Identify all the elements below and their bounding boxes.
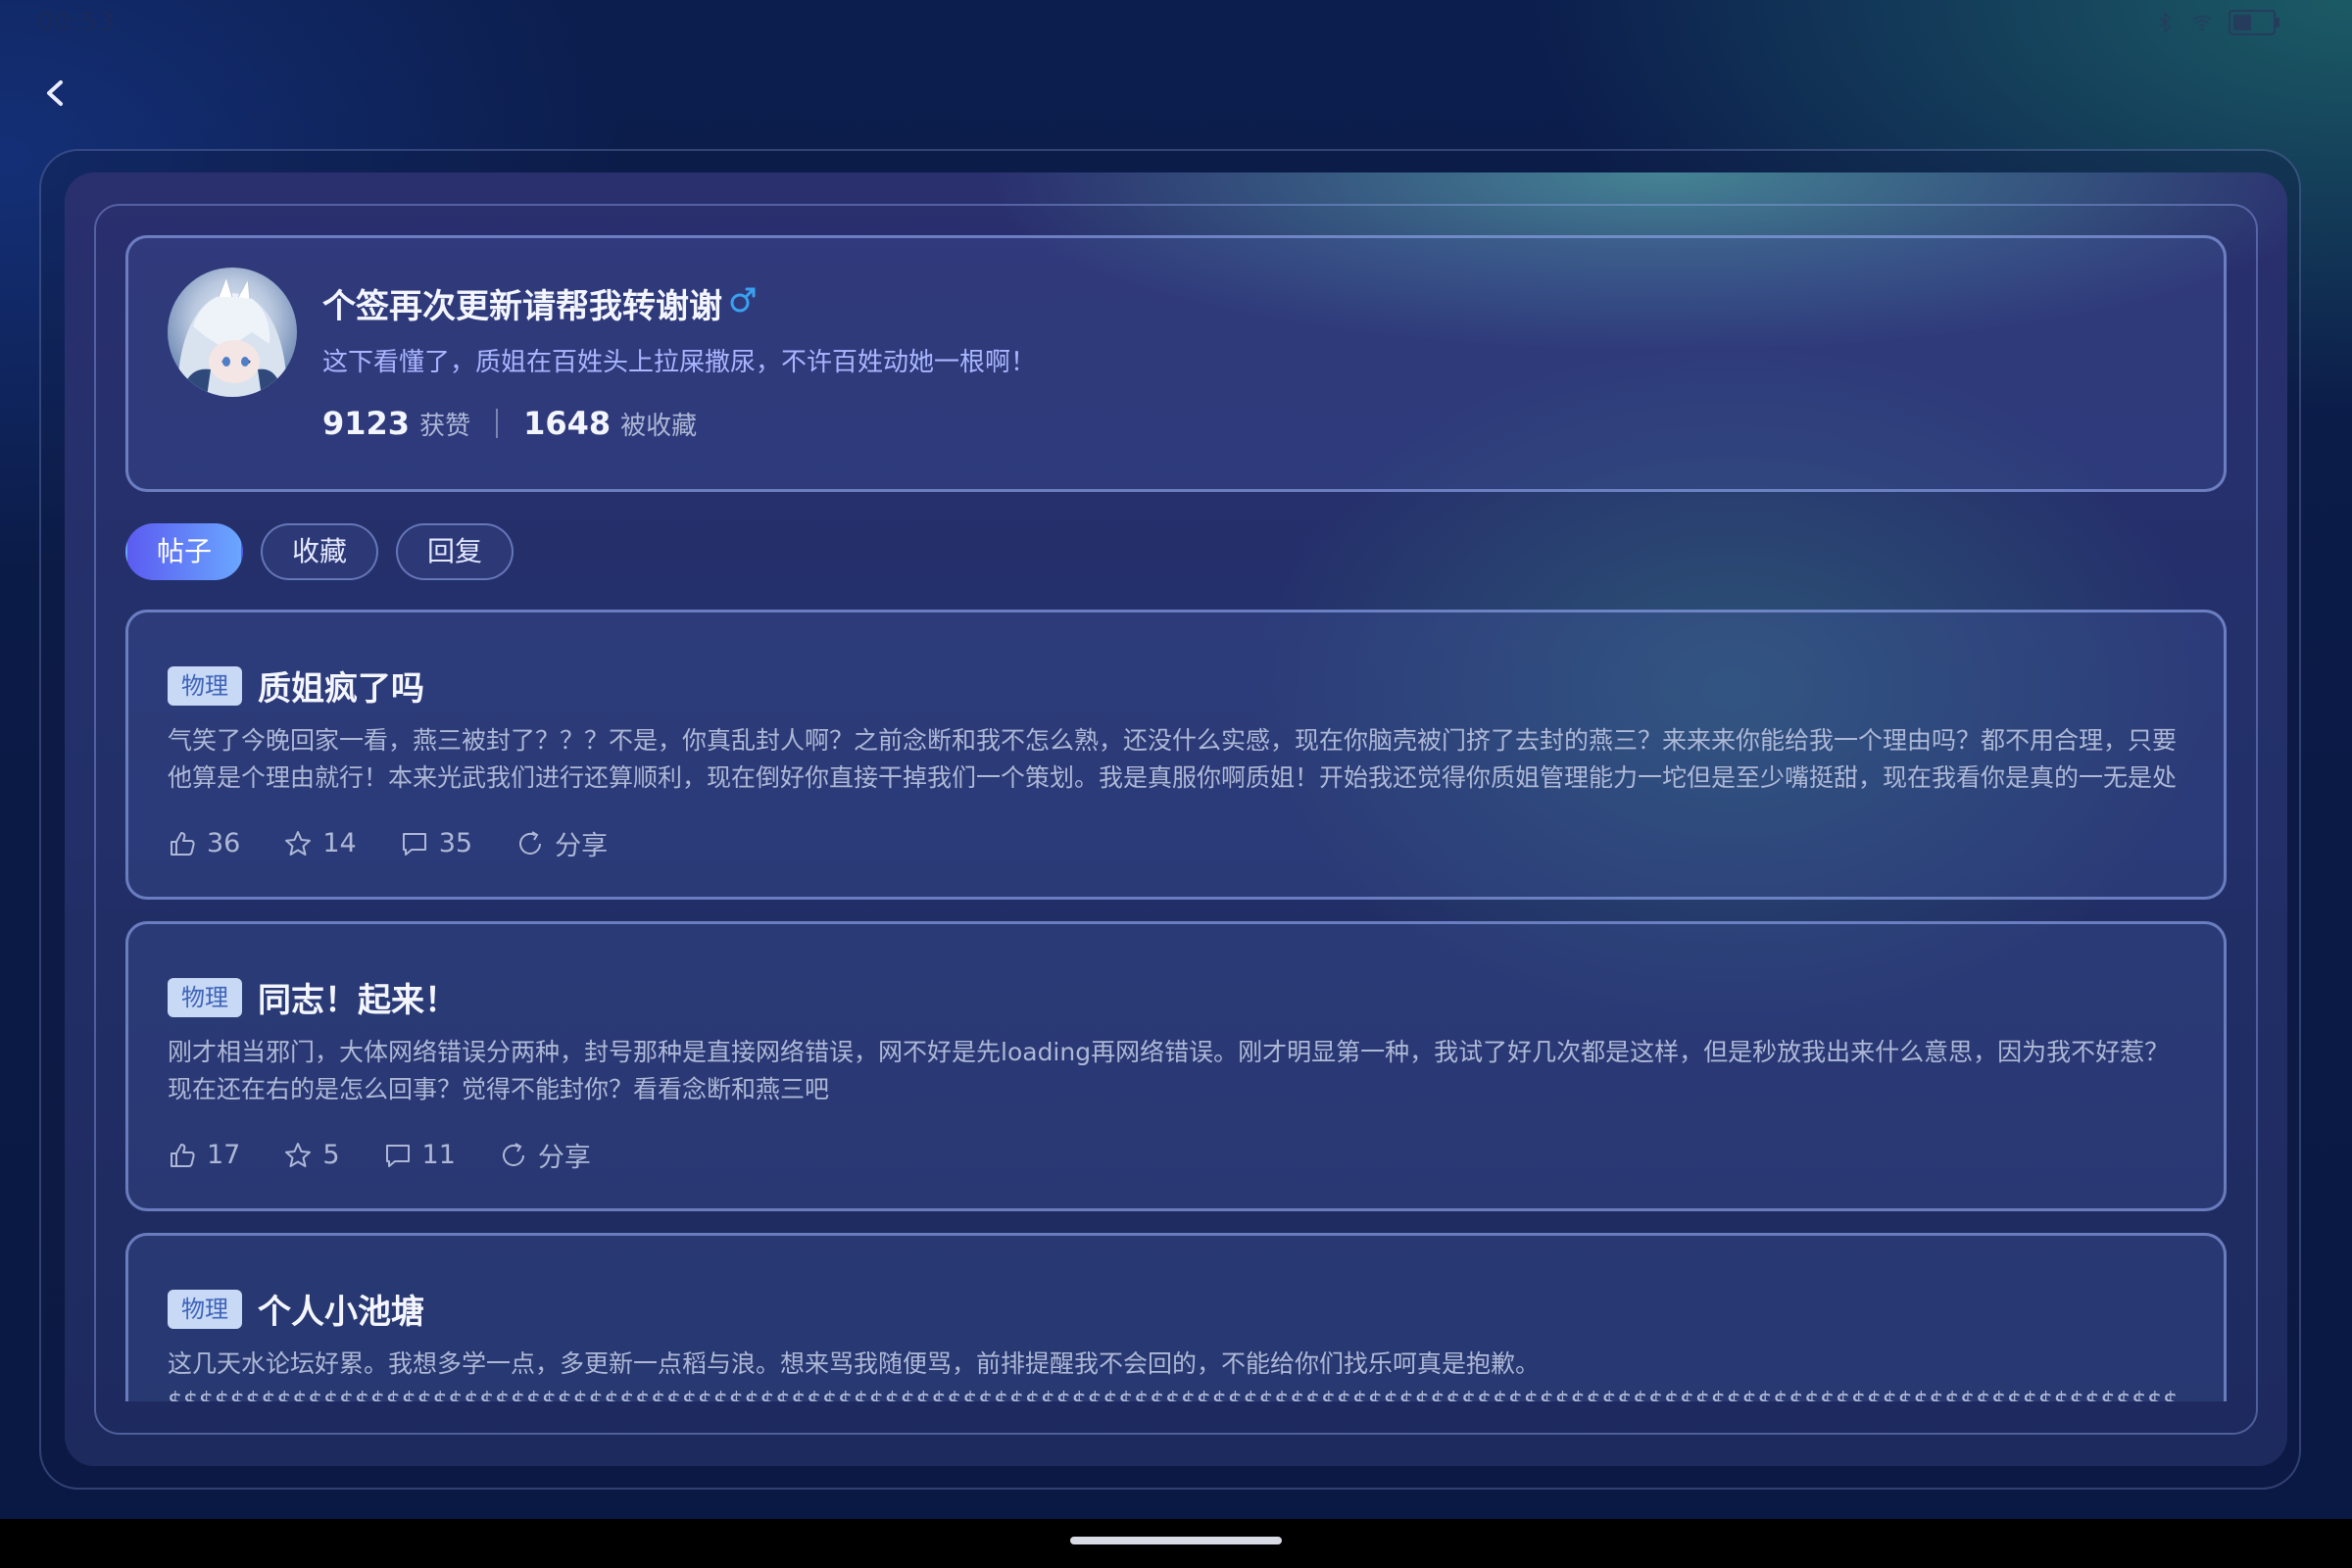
favorites-count: 1648 [523, 405, 612, 442]
thumbs-up-icon [171, 1143, 195, 1167]
like-button[interactable]: 36 [168, 828, 240, 858]
profile-card: 个签再次更新请帮我转谢谢 这下看懂了，质姐在百姓头上拉屎撒尿，不许百姓动她一根啊… [125, 235, 2227, 492]
like-button[interactable]: 17 [168, 1140, 240, 1170]
comment-count: 11 [421, 1140, 456, 1170]
back-button[interactable] [37, 74, 74, 112]
profile-bio: 这下看懂了，质姐在百姓头上拉屎撒尿，不许百姓动她一根啊！ [322, 348, 1037, 377]
post-card[interactable]: 物理 个人小池塘 这几天水论坛好累。我想多学一点，多更新一点稻与浪。想来骂我随便… [125, 1233, 2227, 1401]
share-label: 分享 [537, 1143, 591, 1173]
favorite-button[interactable]: 14 [283, 828, 357, 858]
battery-icon [2229, 10, 2279, 35]
post-title: 同志！起来！ [258, 981, 458, 1020]
chevron-left-icon [47, 80, 63, 106]
post-tag: 物理 [168, 665, 242, 706]
post-body: 这几天水论坛好累。我想多学一点，多更新一点稻与浪。想来骂我随便骂，前排提醒我不会… [168, 1349, 2179, 1401]
post-header: 物理 个人小池塘 [168, 1285, 424, 1333]
bluetooth-icon [2154, 11, 2176, 34]
tab-replies[interactable]: 回复 [396, 523, 514, 580]
profile-tabs: 帖子 收藏 回复 [125, 523, 514, 580]
comment-icon [385, 1144, 410, 1167]
star-icon [285, 1142, 312, 1167]
comment-icon [402, 832, 426, 856]
likes-label: 获赞 [419, 412, 471, 441]
post-header: 物理 质姐疯了吗 [168, 662, 424, 710]
post-list: 物理 质姐疯了吗 气笑了今晚回家一看，燕三被封了？？？不是，你真乱封人啊？之前念… [125, 610, 2227, 1401]
share-button[interactable]: 分享 [499, 1136, 591, 1174]
status-icons [2154, 10, 2279, 35]
share-label: 分享 [555, 831, 609, 861]
post-card[interactable]: 物理 同志！起来！ 刚才相当邪门，大体网络错误分两种，封号那种是直接网络错误，网… [125, 921, 2227, 1211]
status-bar: 00:53 [0, 0, 2352, 47]
comment-button[interactable]: 11 [383, 1140, 456, 1170]
thumbs-up-icon [171, 831, 195, 856]
tab-posts[interactable]: 帖子 [125, 523, 244, 580]
favorite-button[interactable]: 5 [283, 1140, 340, 1170]
comment-count: 35 [438, 828, 473, 858]
avatar[interactable] [168, 268, 297, 397]
share-button[interactable]: 分享 [515, 824, 608, 862]
post-body: 刚才相当邪门，大体网络错误分两种，封号那种是直接网络错误，网不好是先loadin… [168, 1038, 2170, 1103]
like-count: 17 [207, 1140, 241, 1170]
post-tag: 物理 [168, 1289, 242, 1329]
post-header: 物理 同志！起来！ [168, 973, 458, 1021]
comment-button[interactable]: 35 [400, 828, 472, 858]
star-icon [285, 830, 312, 856]
likes-count: 9123 [322, 405, 411, 442]
favorite-count: 5 [322, 1140, 340, 1170]
battery-fill [2233, 15, 2252, 30]
post-card[interactable]: 物理 质姐疯了吗 气笑了今晚回家一看，燕三被封了？？？不是，你真乱封人啊？之前念… [125, 610, 2227, 900]
stats-divider [496, 409, 499, 438]
post-title: 个人小池塘 [258, 1293, 424, 1332]
share-icon [502, 1142, 524, 1166]
home-indicator[interactable] [1070, 1537, 1282, 1544]
favorites-label: 被收藏 [620, 412, 698, 441]
male-icon [728, 285, 758, 315]
tab-favorites[interactable]: 收藏 [261, 523, 379, 580]
post-actions: 36 14 35 分享 [168, 824, 608, 862]
share-icon [519, 830, 542, 855]
post-tag: 物理 [168, 977, 242, 1017]
favorite-count: 14 [322, 828, 357, 858]
like-count: 36 [207, 828, 241, 858]
profile-stats: 9123 获赞 1648 被收藏 [322, 405, 697, 442]
post-actions: 17 5 11 分享 [168, 1136, 591, 1174]
wifi-icon [2191, 12, 2213, 33]
post-body: 气笑了今晚回家一看，燕三被封了？？？不是，你真乱封人啊？之前念断和我不怎么熟，还… [168, 726, 2178, 792]
post-title: 质姐疯了吗 [258, 669, 424, 709]
username: 个签再次更新请帮我转谢谢 [322, 287, 722, 326]
status-time: 00:53 [37, 8, 116, 37]
